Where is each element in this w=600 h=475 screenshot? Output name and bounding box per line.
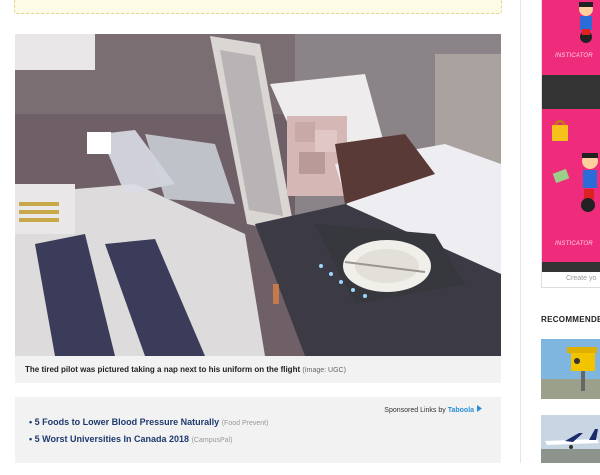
recommended-title: RECOMMENDE bbox=[541, 315, 600, 324]
article-figure: The tired pilot was pictured taking a na… bbox=[15, 34, 501, 383]
speed-camera-image bbox=[541, 339, 600, 399]
adchoices-icon[interactable] bbox=[476, 405, 483, 412]
ad-panel-main: INSTICATOR bbox=[542, 109, 600, 262]
ad-brand-top: INSTICATOR bbox=[555, 53, 593, 59]
scooter-rider-icon bbox=[579, 2, 593, 43]
sponsored-link[interactable]: • 5 Worst Universities In Canada 2018 (C… bbox=[29, 434, 232, 444]
sponsored-link-title[interactable]: 5 Worst Universities In Canada 2018 bbox=[35, 434, 189, 444]
top-ad-banner bbox=[14, 0, 502, 14]
sponsored-links-box: Sponsored Links by Taboola • 5 Foods to … bbox=[15, 397, 501, 463]
ad-brand-main: INSTICATOR bbox=[555, 241, 593, 247]
taboola-brand[interactable]: Taboola bbox=[448, 407, 474, 414]
recommended-thumbnail[interactable] bbox=[541, 415, 600, 475]
recommended-thumbnail[interactable] bbox=[541, 339, 600, 399]
sidebar-ad[interactable]: INSTICATOR INSTICATOR Create yo bbox=[541, 0, 600, 288]
ad-footer-strip bbox=[542, 262, 600, 272]
create-link[interactable]: Create yo bbox=[566, 275, 596, 282]
shopping-scooter-icon bbox=[552, 120, 598, 212]
sponsored-link[interactable]: • 5 Foods to Lower Blood Pressure Natura… bbox=[29, 417, 268, 427]
article-photo bbox=[15, 34, 501, 356]
sponsored-text: Sponsored Links by bbox=[384, 407, 446, 414]
sponsored-link-source: (CampusPal) bbox=[191, 437, 233, 444]
photo-caption: The tired pilot was pictured taking a na… bbox=[25, 365, 495, 374]
caption-text: The tired pilot was pictured taking a na… bbox=[25, 365, 301, 374]
sponsored-label: Sponsored Links by Taboola bbox=[384, 405, 483, 414]
ad-panel-top: INSTICATOR bbox=[542, 0, 600, 75]
sponsored-link-source: (Food Prevent) bbox=[221, 420, 269, 427]
ad-panel-dark bbox=[542, 75, 600, 109]
airplane-image bbox=[541, 415, 600, 463]
sponsored-link-title[interactable]: 5 Foods to Lower Blood Pressure Naturall… bbox=[35, 417, 220, 427]
column-divider bbox=[520, 0, 521, 463]
caption-credit: (Image: UGC) bbox=[302, 367, 346, 374]
